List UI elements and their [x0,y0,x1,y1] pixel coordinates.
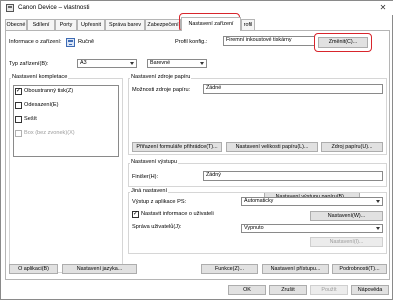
functions-button[interactable]: Funkce(Z)... [201,264,258,274]
color-mode-value: Barevné [150,60,171,66]
apply-button: Použít [310,285,348,295]
user-info-checkbox[interactable]: ✓ [132,211,139,218]
tab-general[interactable]: Obecné [5,19,27,30]
device-info-mode: Ručně [78,39,95,45]
ps-output-combo[interactable]: Automaticky [241,197,383,206]
ps-output-value: Automaticky [244,198,274,204]
tab-security[interactable]: Zabezpečení [145,19,181,30]
user-info-label: Nastavit informace o uživateli [141,211,214,217]
device-type-label: Typ zařízení(B): [9,61,49,67]
user-info-settings-button[interactable]: Nastavení(W)... [310,211,383,221]
tab-device-settings[interactable]: Nastavení zařízení [181,17,241,31]
offset-label: Odesazení(E) [24,102,59,108]
device-info-label: Informace o zařízení: [9,39,62,45]
user-management-label: Správa uživatelů(J): [132,224,182,230]
printer-app-icon [6,4,14,12]
box-label: Box (bez zvonek)(X) [24,130,75,136]
staple-label: Sešít [24,116,37,122]
tab-color-management[interactable]: Správa barev [105,19,145,30]
ps-output-label: Výstup z aplikace PS: [132,199,187,205]
profile-label: Profil konfig.: [175,39,208,45]
tab-sharing[interactable]: Sdílení [27,19,55,30]
duplex-checkbox[interactable]: ✓ [15,88,22,95]
refresh-device-icon[interactable] [66,38,75,47]
details-button[interactable]: Podrobnosti(T)... [332,264,387,274]
box-checkbox [15,130,22,137]
paper-size-value: A3 [80,60,87,66]
close-icon[interactable]: ✕ [376,2,390,13]
tab-ports[interactable]: Porty [55,19,77,30]
cancel-button[interactable]: Zrušit [269,285,307,295]
offset-checkbox[interactable] [15,102,22,109]
about-button[interactable]: O aplikaci(B) [9,264,58,274]
color-mode-combo[interactable]: Barevné [147,59,207,68]
paper-size-settings-button[interactable]: Nastavení velikosti papíru(L)... [226,142,318,152]
ok-button[interactable]: OK [228,285,266,295]
tab-strip: Obecné Sdílení Porty Upřesnit Správa bar… [5,17,390,31]
assign-form-tray-button[interactable]: Přiřazení formuláře přihrádce(T)... [132,142,222,152]
paper-source-button[interactable]: Zdroj papíru(U)... [321,142,383,152]
paper-source-option-field[interactable]: Žádné [203,84,383,94]
profile-value-field: Firemní inkoustové tiskárny [223,36,315,46]
chevron-down-icon [130,62,134,65]
chevron-down-icon [200,62,204,65]
chevron-down-icon [376,227,380,230]
highlight-ring-change [314,33,372,52]
finishing-group-title: Nastavení kompletace [11,74,69,80]
chevron-down-icon [376,200,380,203]
help-button[interactable]: Nápověda [351,285,389,295]
tab-advanced[interactable]: Upřesnit [77,19,105,30]
user-management-combo[interactable]: Vypnuto [241,224,383,233]
access-settings-button[interactable]: Nastavení přístupu... [262,264,329,274]
window-title: Canon Device – vlastnosti [18,4,90,11]
properties-window: Canon Device – vlastnosti ✕ Obecné Sdíle… [0,0,393,300]
output-title: Nastavení výstupu [130,159,179,165]
paper-size-combo[interactable]: A3 [77,59,137,68]
finisher-label: Finišer(H): [132,174,159,180]
user-management-value: Vypnuto [244,225,264,231]
paper-source-option-label: Možnosti zdroje papíru: [132,87,191,93]
other-settings-title: Jiná nastavení [130,188,169,194]
paper-source-title: Nastavení zdroje papíru [130,74,192,80]
language-settings-button[interactable]: Nastavení jazyka... [62,264,137,274]
user-management-settings-button: Nastavení(I)... [310,237,383,247]
finisher-field[interactable]: Žádný [203,171,383,181]
tab-profile[interactable]: rofil [241,19,255,30]
duplex-label: Oboustranný tisk(Z) [24,88,74,94]
staple-checkbox[interactable] [15,116,22,123]
